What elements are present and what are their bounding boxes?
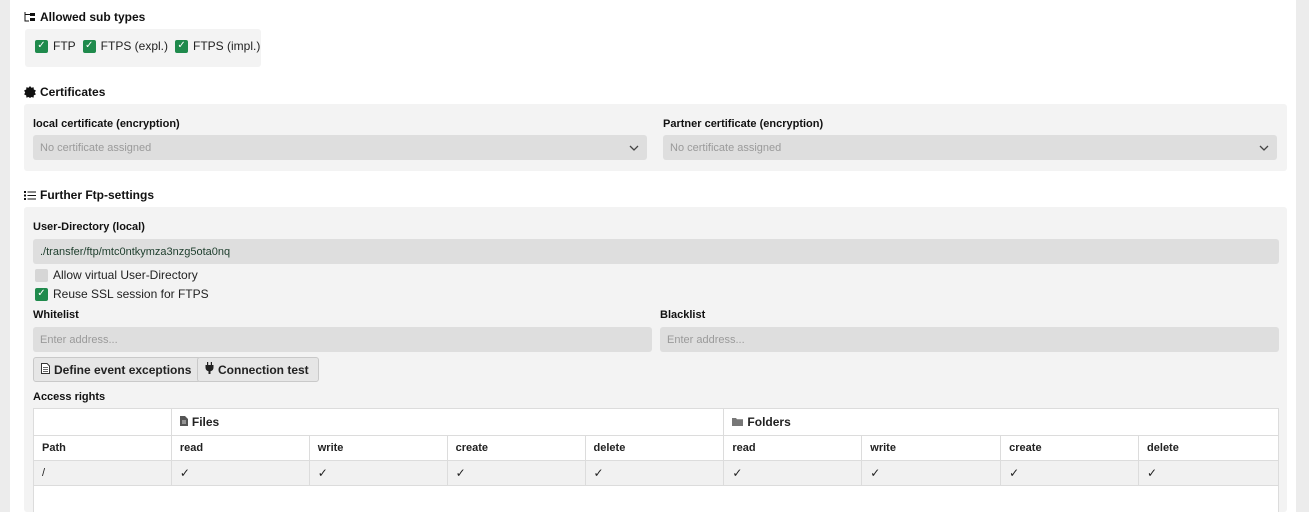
- blacklist-label: Blacklist: [660, 309, 706, 321]
- group-spacer-cell: [33, 408, 172, 436]
- reuse-ssl-session-checkbox[interactable]: ✓ Reuse SSL session for FTPS: [35, 287, 209, 301]
- virtual-user-directory-checkbox[interactable]: Allow virtual User-Directory: [35, 268, 198, 282]
- files-create-check-icon[interactable]: ✓: [446, 460, 586, 486]
- table-row[interactable]: / ✓ ✓ ✓ ✓ ✓ ✓ ✓ ✓: [33, 460, 1279, 486]
- folders-read-check-icon[interactable]: ✓: [723, 460, 863, 486]
- files-delete-header: delete: [584, 435, 725, 461]
- files-delete-check-icon[interactable]: ✓: [584, 460, 725, 486]
- folders-delete-check-icon[interactable]: ✓: [1138, 460, 1279, 486]
- ftp-settings-heading: Further Ftp-settings: [24, 188, 154, 202]
- sub-types-heading: Allowed sub types: [24, 10, 145, 24]
- folders-write-header: write: [861, 435, 1002, 461]
- sitemap-icon: [24, 11, 36, 23]
- files-group-header: Files: [170, 408, 725, 436]
- access-rights-header-row: Path read write create delete read write…: [33, 435, 1279, 461]
- subtype-ftps-expl-label: FTPS (expl.): [100, 39, 169, 53]
- files-read-check-icon[interactable]: ✓: [170, 460, 310, 486]
- subtype-ftp-checkbox[interactable]: ✓ FTP: [35, 39, 76, 53]
- files-write-header: write: [308, 435, 448, 461]
- chevron-down-icon: [629, 142, 639, 154]
- files-create-header: create: [446, 435, 586, 461]
- certificates-heading: Certificates: [24, 85, 105, 99]
- subtype-ftps-impl-label: FTPS (impl.): [193, 39, 261, 53]
- connection-test-label: Connection test: [218, 362, 309, 377]
- empty-table-area: [33, 485, 1279, 512]
- sub-types-panel: ✓ FTP ✓ FTPS (expl.) ✓ FTPS (impl.): [25, 29, 261, 67]
- local-certificate-select[interactable]: No certificate assigned: [33, 135, 647, 160]
- files-read-header: read: [170, 435, 310, 461]
- folders-create-check-icon[interactable]: ✓: [1000, 460, 1140, 486]
- file-icon: [179, 415, 188, 429]
- whitelist-input[interactable]: Enter address...: [33, 327, 652, 352]
- checkbox-unchecked-icon: [35, 268, 48, 282]
- plug-icon: [205, 362, 214, 377]
- subtype-ftps-impl-checkbox[interactable]: ✓ FTPS (impl.): [175, 39, 260, 53]
- access-rights-label: Access rights: [33, 391, 106, 403]
- connection-test-button[interactable]: Connection test: [197, 357, 319, 382]
- folders-read-header: read: [723, 435, 863, 461]
- access-rights-table: Files Folders Path read write create del…: [33, 408, 1279, 512]
- path-column-header: Path: [33, 435, 172, 461]
- reuse-ssl-session-label: Reuse SSL session for FTPS: [53, 287, 209, 301]
- user-directory-label: User-Directory (local): [33, 221, 145, 233]
- certificates-title: Certificates: [40, 85, 106, 99]
- folders-create-header: create: [1000, 435, 1140, 461]
- files-group-label: Files: [191, 415, 220, 429]
- folders-group-header: Folders: [723, 408, 1279, 436]
- virtual-user-directory-label: Allow virtual User-Directory: [53, 268, 198, 282]
- partner-certificate-select[interactable]: No certificate assigned: [663, 135, 1277, 160]
- blacklist-input[interactable]: Enter address...: [660, 327, 1279, 352]
- folder-icon: [732, 415, 744, 429]
- checkbox-checked-icon: ✓: [82, 39, 96, 53]
- whitelist-label: Whitelist: [33, 309, 79, 321]
- define-event-exceptions-button[interactable]: Define event exceptions: [33, 357, 202, 382]
- ftp-settings-title: Further Ftp-settings: [40, 188, 154, 202]
- sub-types-title: Allowed sub types: [40, 10, 146, 24]
- define-event-exceptions-label: Define event exceptions: [54, 362, 192, 377]
- chevron-down-icon: [1259, 142, 1269, 154]
- checkbox-checked-icon: ✓: [35, 287, 48, 301]
- settings-page: Allowed sub types ✓ FTP ✓ FTPS (expl.) ✓…: [10, 0, 1296, 512]
- partner-certificate-label: Partner certificate (encryption): [663, 118, 824, 130]
- access-rights-group-row: Files Folders: [33, 408, 1279, 436]
- checkbox-checked-icon: ✓: [175, 39, 189, 53]
- path-cell: /: [33, 460, 172, 486]
- folders-group-label: Folders: [747, 415, 791, 429]
- local-certificate-label: local certificate (encryption): [33, 118, 180, 130]
- document-icon: [41, 362, 50, 377]
- partner-certificate-value: No certificate assigned: [670, 141, 782, 154]
- checkbox-checked-icon: ✓: [35, 39, 48, 53]
- user-directory-input[interactable]: ./transfer/ftp/mtc0ntkymza3nzg5ota0nq: [33, 239, 1279, 264]
- certificate-seal-icon: [24, 86, 36, 98]
- empty-cell: [33, 485, 1279, 512]
- folders-write-check-icon[interactable]: ✓: [861, 460, 1002, 486]
- files-write-check-icon[interactable]: ✓: [308, 460, 448, 486]
- list-icon: [24, 189, 36, 201]
- folders-delete-header: delete: [1138, 435, 1279, 461]
- subtype-ftp-label: FTP: [53, 39, 76, 53]
- subtype-ftps-expl-checkbox[interactable]: ✓ FTPS (expl.): [82, 39, 169, 53]
- local-certificate-value: No certificate assigned: [40, 141, 152, 154]
